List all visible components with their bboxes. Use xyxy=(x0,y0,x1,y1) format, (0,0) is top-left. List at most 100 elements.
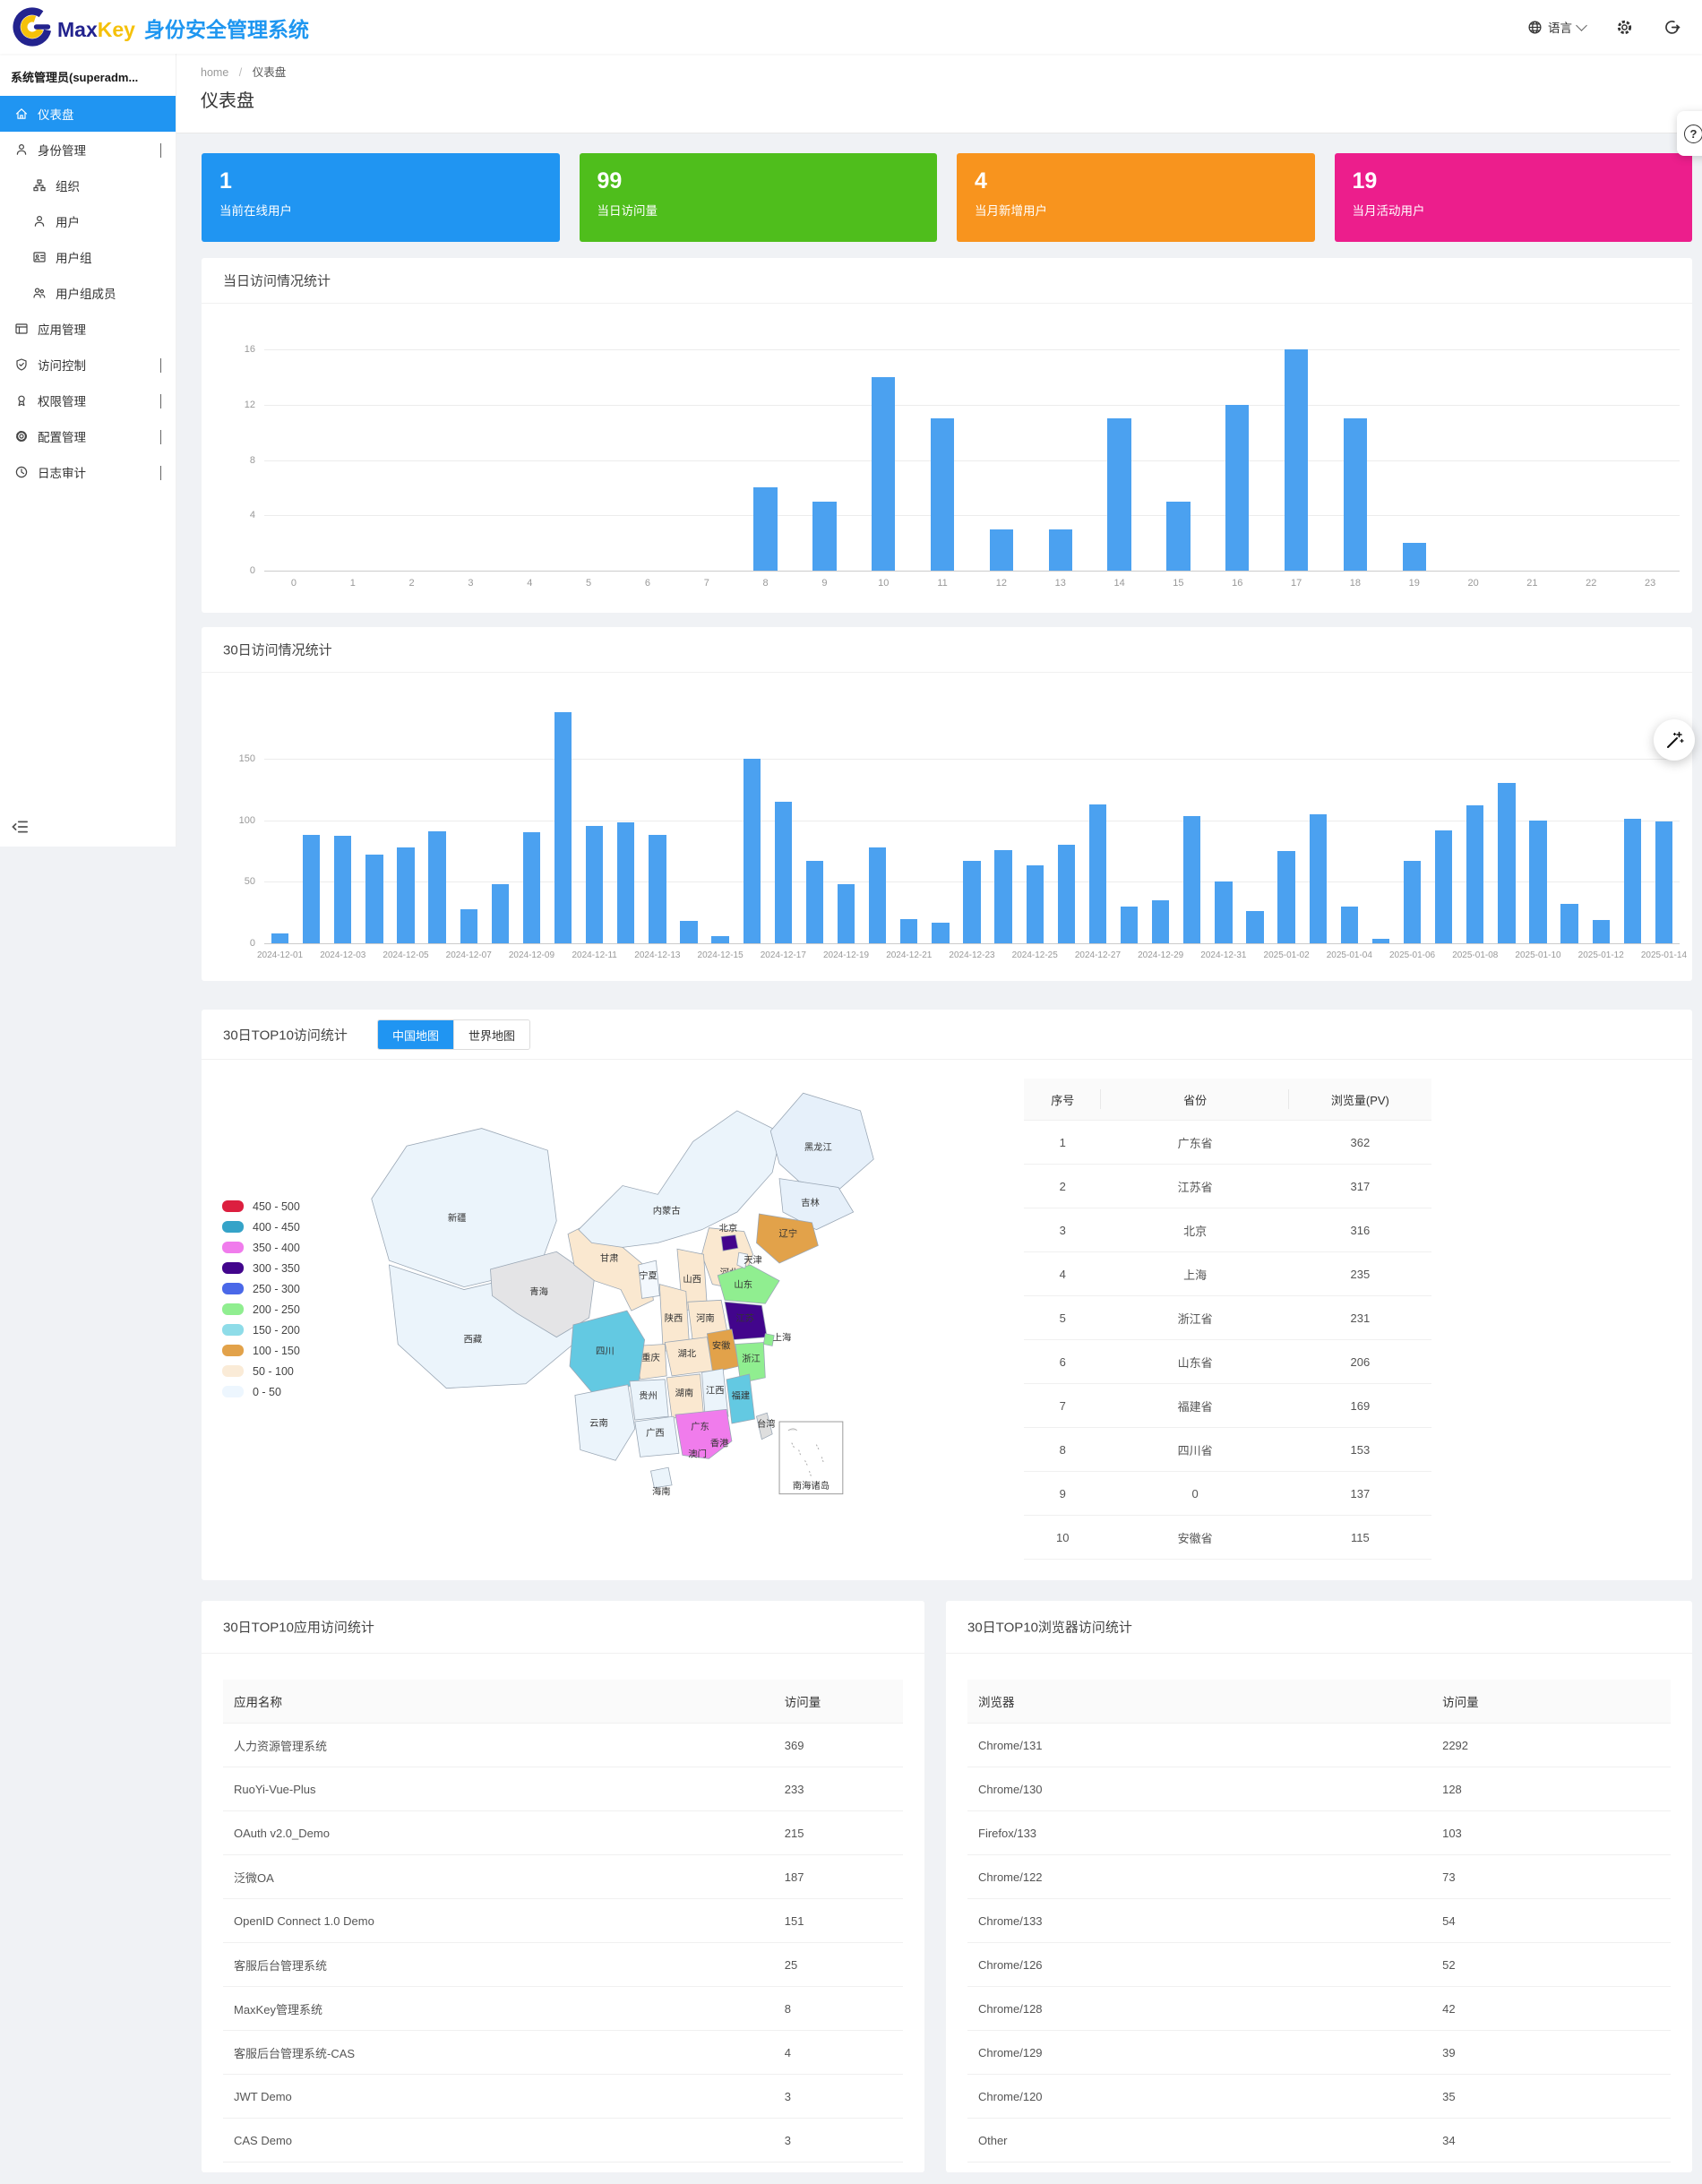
language-menu[interactable]: 语言 xyxy=(1527,18,1586,36)
bar-14 xyxy=(1107,418,1130,571)
tab-world-map[interactable]: 世界地图 xyxy=(453,1020,529,1049)
x-axis-tick-label: 3 xyxy=(468,578,473,589)
sidebar-item-身份管理[interactable]: 身份管理 xyxy=(0,132,176,168)
org-icon xyxy=(32,178,47,193)
x-axis-tick-label: 2025-01-06 xyxy=(1389,950,1435,960)
x-axis-tick-label: 2024-12-09 xyxy=(509,950,554,960)
menu-fold-icon[interactable] xyxy=(11,818,29,836)
page-title: 仪表盘 xyxy=(201,86,254,112)
table-cell: JWT Demo xyxy=(223,2075,774,2119)
legend-item[interactable]: 250 - 300 xyxy=(222,1278,300,1299)
chevron-down-icon xyxy=(160,430,161,444)
legend-item[interactable]: 350 - 400 xyxy=(222,1237,300,1258)
y-axis-tick-label: 4 xyxy=(228,510,255,520)
province-label-甘肃: 甘肃 xyxy=(600,1252,619,1264)
gridline xyxy=(264,571,1680,572)
sidebar-item-组织[interactable]: 组织 xyxy=(0,168,176,203)
sidebar-item-用户组[interactable]: 用户组 xyxy=(0,239,176,275)
table-cell: 34 xyxy=(1431,2119,1671,2163)
bar-2024-12-01 xyxy=(271,933,288,943)
stat-value: 19 xyxy=(1353,168,1675,194)
sidebar-item-label: 应用管理 xyxy=(38,320,86,338)
table-cell: 369 xyxy=(774,1724,903,1767)
brand-title: 身份安全管理系统 xyxy=(144,18,309,41)
y-axis-tick-label: 100 xyxy=(228,815,255,826)
sidebar-item-应用管理[interactable]: 应用管理 xyxy=(0,311,176,347)
panel-top10-map: 30日TOP10访问统计 中国地图 世界地图 450 - 500400 - 45… xyxy=(202,1010,1692,1580)
table-cell: 福建省 xyxy=(1101,1384,1288,1428)
bar-2025-01-13 xyxy=(1624,819,1641,943)
province-label-四川: 四川 xyxy=(596,1346,615,1356)
bar-2024-12-12 xyxy=(617,822,634,943)
y-axis-tick-label: 12 xyxy=(228,400,255,410)
sidebar-item-配置管理[interactable]: 配置管理 xyxy=(0,418,176,454)
province-label-香港: 香港 xyxy=(710,1439,729,1449)
magic-wand-button[interactable] xyxy=(1654,719,1695,761)
sidebar-item-日志审计[interactable]: 日志审计 xyxy=(0,454,176,490)
legend-item[interactable]: 400 - 450 xyxy=(222,1217,300,1237)
x-axis-tick-label: 2024-12-15 xyxy=(698,950,744,960)
province-label-天津: 天津 xyxy=(744,1255,762,1266)
sidebar-menu: 仪表盘身份管理组织用户用户组用户组成员应用管理访问控制权限管理配置管理日志审计 xyxy=(0,96,176,490)
legend-item[interactable]: 200 - 250 xyxy=(222,1299,300,1320)
table-row: Chrome/12842 xyxy=(967,1987,1671,2031)
panel-title: 30日访问情况统计 xyxy=(223,641,332,659)
table-row: Chrome/12939 xyxy=(967,2031,1671,2075)
tab-china-map[interactable]: 中国地图 xyxy=(378,1020,453,1049)
table-cell: OAuth v2.0_Demo xyxy=(223,1811,774,1855)
stat-cards-row: 1当前在线用户99当日访问量4当月新增用户19当月活动用户 xyxy=(202,153,1692,242)
table-row: 90137 xyxy=(1024,1472,1431,1516)
table-row: 5浙江省231 xyxy=(1024,1296,1431,1340)
table-cell: 0 xyxy=(1101,1472,1288,1516)
legend-item[interactable]: 300 - 350 xyxy=(222,1258,300,1278)
table-cell: CAS Demo xyxy=(223,2119,774,2163)
y-axis-tick-label: 150 xyxy=(228,753,255,764)
province-shape-海南 xyxy=(650,1467,672,1488)
table-cell: 73 xyxy=(1431,1855,1671,1899)
brand-key: Key xyxy=(98,18,135,41)
sidebar-item-用户组成员[interactable]: 用户组成员 xyxy=(0,275,176,311)
table-cell: 233 xyxy=(774,1767,903,1811)
stat-label: 当月新增用户 xyxy=(975,201,1297,219)
bar-12 xyxy=(990,529,1013,571)
table-cell: OpenID Connect 1.0 Demo xyxy=(223,1899,774,1943)
gridline xyxy=(264,759,1680,760)
legend-item[interactable]: 100 - 150 xyxy=(222,1340,300,1361)
table-cell: 316 xyxy=(1289,1208,1431,1252)
x-axis-tick-label: 2024-12-13 xyxy=(634,950,680,960)
logout-icon xyxy=(1663,19,1681,36)
plot-area xyxy=(264,697,1680,943)
sidebar-item-访问控制[interactable]: 访问控制 xyxy=(0,347,176,383)
sidebar-item-仪表盘[interactable]: 仪表盘 xyxy=(0,96,176,132)
settings-button[interactable] xyxy=(1616,19,1633,36)
table-cell: MaxKey管理系统 xyxy=(223,1987,774,2031)
province-shape-北京 xyxy=(721,1235,738,1251)
gridline xyxy=(264,460,1680,461)
x-axis-tick-label: 2025-01-02 xyxy=(1264,950,1310,960)
legend-item[interactable]: 150 - 200 xyxy=(222,1320,300,1340)
logout-button[interactable] xyxy=(1663,19,1681,36)
bar-9 xyxy=(812,502,836,571)
bar-2024-12-23 xyxy=(963,861,980,943)
province-label-福建: 福建 xyxy=(731,1389,750,1401)
legend-item[interactable]: 0 - 50 xyxy=(222,1381,300,1402)
chevron-down-icon xyxy=(160,394,161,408)
chevron-up-icon xyxy=(160,143,161,158)
sidebar-item-用户[interactable]: 用户 xyxy=(0,203,176,239)
stat-label: 当前在线用户 xyxy=(219,201,542,219)
table-cell: 206 xyxy=(1289,1340,1431,1384)
legend-label: 450 - 500 xyxy=(253,1200,300,1213)
legend-swatch xyxy=(222,1200,244,1212)
bar-2024-12-19 xyxy=(838,884,855,943)
province-shape-黑龙江 xyxy=(770,1093,873,1190)
table-cell: 安徽省 xyxy=(1101,1516,1288,1560)
breadcrumb-home-link[interactable]: home xyxy=(201,66,228,79)
sidebar-item-权限管理[interactable]: 权限管理 xyxy=(0,383,176,418)
legend-item[interactable]: 50 - 100 xyxy=(222,1361,300,1381)
bar-2025-01-05 xyxy=(1372,939,1389,944)
table-cell: 187 xyxy=(774,1855,903,1899)
legend-item[interactable]: 450 - 500 xyxy=(222,1196,300,1217)
x-axis-tick-label: 10 xyxy=(878,578,889,589)
table-row: 10安徽省115 xyxy=(1024,1516,1431,1560)
help-button[interactable]: ? xyxy=(1677,111,1702,156)
